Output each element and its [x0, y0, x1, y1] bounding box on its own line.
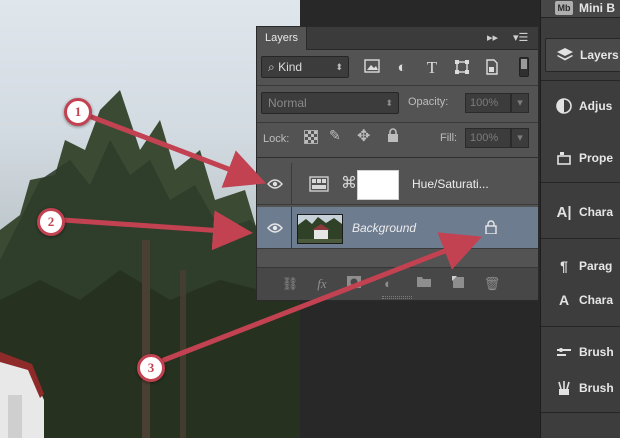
arrow-1 [86, 113, 267, 188]
annotation-badge-2: 2 [37, 208, 65, 236]
arrow-2 [60, 210, 253, 251]
arrow-3 [161, 232, 482, 363]
annotation-badge-1: 1 [64, 98, 92, 126]
annotation-arrows [60, 113, 482, 363]
annotation-badge-3: 3 [137, 354, 165, 382]
